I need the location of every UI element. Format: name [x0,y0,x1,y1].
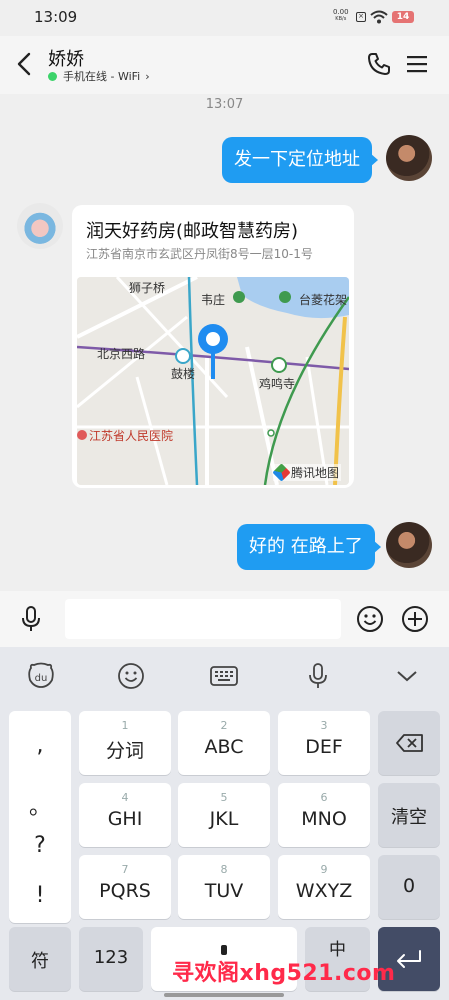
key-num: 1 [121,719,129,732]
chevron-right-icon: › [145,69,150,83]
key-num: 4 [121,791,129,804]
message-bubble-sent[interactable]: 好的 在路上了 [237,524,381,570]
my-avatar[interactable] [386,135,432,181]
key-9[interactable]: 9 WXYZ [278,855,370,919]
map-label-station2: 鸡鸣寺 [259,377,296,391]
input-bar [0,591,449,647]
key-num: 8 [220,863,228,876]
key-num: 3 [320,719,328,732]
my-avatar[interactable] [386,522,432,568]
key-num: 2 [220,719,228,732]
wifi-icon [370,10,388,24]
map-label-road: 北京西路 [97,347,146,361]
map-label-station1: 鼓楼 [171,367,196,381]
net-speed-unit: KB/s [335,16,347,22]
key-3[interactable]: 3 DEF [278,711,370,775]
symbol-key[interactable]: 符 [9,927,71,991]
number-key[interactable]: 123 [79,927,143,991]
plus-icon[interactable] [401,605,429,633]
enter-icon [397,950,421,968]
emoji-icon[interactable] [356,605,384,633]
phone-icon[interactable] [365,50,393,78]
back-icon[interactable] [12,50,38,78]
watermark: 寻欢阁xhg521.com [172,961,396,986]
key-label: PQRS [99,880,151,902]
punct-key[interactable]: ? [9,833,71,858]
zero-key[interactable]: 0 [378,855,440,919]
keyboard-emoji-icon[interactable] [117,662,145,690]
online-status[interactable]: 手机在线 - WiFi › [48,68,150,84]
location-title: 润天好药房(邮政智慧药房) [86,221,299,242]
punctuation-column[interactable]: , 。 ? ! [9,711,71,923]
clear-key[interactable]: 清空 [378,783,440,847]
key-label: MNO [301,808,347,830]
zero-key-label: 0 [402,875,416,897]
map-label-poi3: 台菱花架 [299,293,348,307]
home-indicator[interactable] [164,993,284,997]
menu-icon[interactable] [404,52,430,76]
punct-key[interactable]: ! [9,883,71,908]
punct-key[interactable]: , [9,733,71,758]
baidu-input-icon[interactable]: du [26,662,56,690]
backspace-key[interactable] [378,711,440,775]
chat-header: 娇娇 手机在线 - WiFi › [0,36,449,94]
battery-icon: 14 [392,11,414,23]
map-label-hospital: 江苏省人民医院 [89,429,174,443]
key-6[interactable]: 6 MNO [278,783,370,847]
key-5[interactable]: 5 JKL [178,783,270,847]
punct-key[interactable]: 。 [9,789,71,821]
key-num: 9 [320,863,328,876]
key-label: GHI [107,808,143,830]
key-num: 6 [320,791,328,804]
net-speed-value: 0.00 [333,8,349,16]
contact-avatar[interactable] [17,203,63,249]
message-timestamp: 13:07 [205,97,244,112]
keyboard-toolbar: du [0,647,449,705]
tencent-map-logo-icon [272,463,291,482]
key-7[interactable]: 7 PQRS [79,855,171,919]
message-input[interactable] [65,599,341,639]
net-speed: 0.00 KB/s [333,9,349,23]
online-status-text: 手机在线 - WiFi [63,70,141,83]
voice-input-icon[interactable] [18,605,44,633]
clear-key-label: 清空 [391,807,427,828]
key-2[interactable]: 2 ABC [178,711,270,775]
key-label: TUV [204,880,244,902]
key-4[interactable]: 4 GHI [79,783,171,847]
backspace-icon [396,734,423,752]
sim-x-icon: × [356,12,366,22]
key-num: 7 [121,863,129,876]
map-brand: 腾讯地图 [272,463,342,482]
keyboard-switch-icon[interactable] [209,664,239,688]
status-bar: 13:09 0.00 KB/s × 14 [0,0,449,36]
keyboard-voice-icon[interactable] [305,662,331,690]
location-address: 江苏省南京市玄武区丹凤街8号一层10-1号 [86,247,313,261]
chevron-down-icon[interactable] [396,669,418,683]
symbol-key-label: 符 [31,951,49,972]
key-label: ABC [204,736,244,758]
map-label-poi1: 狮子桥 [129,281,166,295]
key-num: 5 [220,791,228,804]
key-label: WXYZ [295,880,353,902]
key-label: JKL [209,808,239,830]
map-graphic [77,277,349,485]
space-mic-dot-icon [221,945,227,955]
key-8[interactable]: 8 TUV [178,855,270,919]
message-bubble-sent[interactable]: 发一下定位地址 [222,137,378,183]
map-label-poi2: 韦庄 [201,293,226,307]
key-1[interactable]: 1 分词 [79,711,171,775]
key-label: DEF [305,736,343,758]
map-preview[interactable]: 狮子桥 韦庄 台菱花架 北京西路 鼓楼 鸡鸣寺 江苏省人民医院 腾讯地图 [77,277,349,485]
svg-text:du: du [35,673,48,684]
map-brand-text: 腾讯地图 [291,466,340,480]
location-card[interactable]: 润天好药房(邮政智慧药房) 江苏省南京市玄武区丹凤街8号一层10-1号 狮子桥 … [72,205,354,488]
status-time: 13:09 [34,8,78,26]
online-dot-icon [48,71,57,81]
number-key-label: 123 [93,947,129,968]
key-label: 分词 [105,740,144,762]
